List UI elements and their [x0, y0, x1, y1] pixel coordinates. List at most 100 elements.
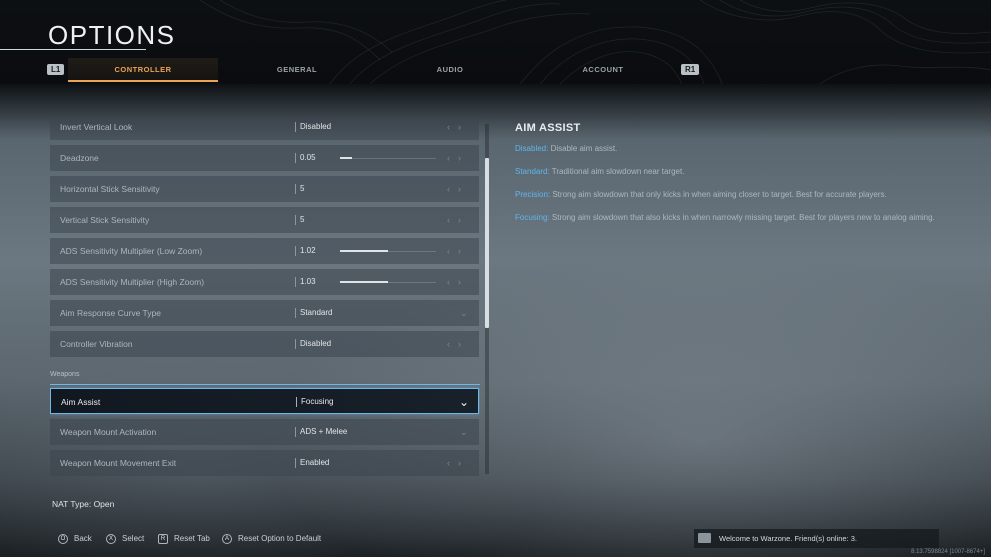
setting-label: ADS Sensitivity Multiplier (Low Zoom): [60, 246, 203, 256]
hint-back[interactable]: O Back: [58, 533, 92, 545]
divider: [295, 122, 296, 132]
setting-row-controller-vibration[interactable]: Controller Vibration Disabled ‹›: [50, 331, 479, 357]
setting-row-ads-low-zoom[interactable]: ADS Sensitivity Multiplier (Low Zoom) 1.…: [50, 238, 479, 264]
r-stick-button-icon: R: [158, 533, 168, 544]
nat-type-status: NAT Type: Open: [52, 499, 115, 509]
left-right-arrows-icon[interactable]: ‹›: [447, 145, 469, 171]
setting-row-aim-response-curve[interactable]: Aim Response Curve Type Standard ⌄: [50, 300, 479, 326]
setting-row-ads-high-zoom[interactable]: ADS Sensitivity Multiplier (High Zoom) 1…: [50, 269, 479, 295]
tab-controller[interactable]: CONTROLLER: [68, 58, 218, 82]
chevron-down-icon[interactable]: ⌄: [460, 300, 468, 326]
setting-value: 5: [300, 215, 305, 224]
left-right-arrows-icon[interactable]: ‹›: [447, 450, 469, 476]
setting-value: Disabled: [300, 122, 332, 131]
hint-label: Reset Tab: [174, 534, 210, 543]
scrollbar-thumb[interactable]: [485, 158, 489, 328]
hint-reset-option[interactable]: A Reset Option to Default: [222, 533, 321, 545]
description-term: Standard:: [515, 167, 550, 176]
setting-value: 5: [300, 184, 305, 193]
setting-label: Aim Assist: [61, 397, 101, 407]
cross-button-icon: X: [106, 533, 116, 544]
setting-label: Vertical Stick Sensitivity: [60, 215, 150, 225]
setting-row-aim-assist[interactable]: Aim Assist Focusing ⌄: [50, 388, 479, 414]
hint-select[interactable]: X Select: [106, 533, 144, 545]
header-bar: OPTIONS L1 R1 CONTROLLER GENERAL AUDIO A…: [0, 0, 991, 84]
tab-bar: CONTROLLER GENERAL AUDIO ACCOUNT: [0, 58, 991, 82]
section-divider: [50, 384, 480, 385]
description-term: Disabled:: [515, 144, 549, 153]
divider: [295, 184, 296, 194]
divider: [295, 246, 296, 256]
setting-label: Aim Response Curve Type: [60, 308, 161, 318]
description-text: Traditional aim slowdown near target.: [549, 167, 685, 176]
settings-list: Invert Vertical Look Disabled ‹› Deadzon…: [50, 118, 480, 476]
slider-track[interactable]: [340, 157, 436, 159]
left-right-arrows-icon[interactable]: ‹›: [447, 269, 469, 295]
setting-value: Focusing: [301, 397, 334, 406]
description-text: Disable aim assist.: [548, 144, 618, 153]
left-right-arrows-icon[interactable]: ‹›: [447, 118, 469, 140]
slider-fill[interactable]: [340, 250, 388, 252]
left-right-arrows-icon[interactable]: ‹›: [447, 238, 469, 264]
tab-audio[interactable]: AUDIO: [375, 58, 525, 82]
hint-label: Select: [122, 534, 145, 543]
divider: [295, 215, 296, 225]
setting-row-weapon-mount-movement-exit[interactable]: Weapon Mount Movement Exit Enabled ‹›: [50, 450, 479, 476]
left-right-arrows-icon[interactable]: ‹›: [447, 176, 469, 202]
message-icon: [698, 533, 711, 543]
divider: [296, 397, 297, 407]
triangle-button-icon: A: [222, 533, 232, 544]
setting-value: Standard: [300, 308, 333, 317]
version-string: 8.13.7598824 [1007-8674+]: [911, 549, 985, 555]
setting-value: 1.03: [300, 277, 316, 286]
description-text: Strong aim slowdown that also kicks in w…: [549, 213, 935, 222]
tab-general[interactable]: GENERAL: [222, 58, 372, 82]
chevron-down-icon[interactable]: ⌄: [459, 389, 469, 415]
slider-fill[interactable]: [340, 157, 352, 159]
divider: [295, 339, 296, 349]
setting-value: 0.05: [300, 153, 316, 162]
notification-text: Welcome to Warzone. Friend(s) online: 3.: [719, 534, 857, 543]
divider: [295, 427, 296, 437]
divider: [295, 308, 296, 318]
chevron-down-icon[interactable]: ⌄: [460, 419, 468, 445]
hint-reset-tab[interactable]: R Reset Tab: [158, 533, 210, 545]
description-item: Focusing: Strong aim slowdown that also …: [515, 212, 935, 223]
description-item: Precision: Strong aim slowdown that only…: [515, 189, 935, 200]
divider: [295, 458, 296, 468]
description-term: Precision:: [515, 190, 551, 199]
slider-fill[interactable]: [340, 281, 388, 283]
section-label-weapons: Weapons: [50, 371, 80, 378]
description-term: Focusing:: [515, 213, 550, 222]
setting-value: 1.02: [300, 246, 316, 255]
setting-label: Horizontal Stick Sensitivity: [60, 184, 160, 194]
description-title: AIM ASSIST: [515, 122, 581, 134]
setting-value: Disabled: [300, 339, 332, 348]
setting-label: ADS Sensitivity Multiplier (High Zoom): [60, 277, 205, 287]
setting-row-vertical-stick-sensitivity[interactable]: Vertical Stick Sensitivity 5 ‹›: [50, 207, 479, 233]
tab-account[interactable]: ACCOUNT: [528, 58, 678, 82]
setting-row-deadzone[interactable]: Deadzone 0.05 ‹›: [50, 145, 479, 171]
page-title: OPTIONS: [48, 20, 176, 50]
description-item: Disabled: Disable aim assist.: [515, 143, 935, 154]
hint-label: Back: [74, 534, 92, 543]
setting-label: Deadzone: [60, 153, 99, 163]
divider: [295, 277, 296, 287]
description-text: Strong aim slowdown that only kicks in w…: [550, 190, 887, 199]
left-right-arrows-icon[interactable]: ‹›: [447, 207, 469, 233]
notification-box[interactable]: Welcome to Warzone. Friend(s) online: 3.: [694, 529, 939, 548]
divider: [295, 153, 296, 163]
hint-label: Reset Option to Default: [238, 534, 322, 543]
setting-label: Weapon Mount Activation: [60, 427, 157, 437]
setting-row-horizontal-stick-sensitivity[interactable]: Horizontal Stick Sensitivity 5 ‹›: [50, 176, 479, 202]
circle-button-icon: O: [58, 533, 68, 544]
setting-label: Weapon Mount Movement Exit: [60, 458, 177, 468]
description-panel: AIM ASSIST Disabled: Disable aim assist.…: [515, 122, 935, 235]
setting-value: ADS + Melee: [300, 427, 348, 436]
left-right-arrows-icon[interactable]: ‹›: [447, 331, 469, 357]
setting-row-invert-vertical-look[interactable]: Invert Vertical Look Disabled ‹›: [50, 118, 479, 140]
setting-row-weapon-mount-activation[interactable]: Weapon Mount Activation ADS + Melee ⌄: [50, 419, 479, 445]
setting-label: Invert Vertical Look: [60, 122, 133, 132]
setting-label: Controller Vibration: [60, 339, 133, 349]
setting-value: Enabled: [300, 458, 330, 467]
